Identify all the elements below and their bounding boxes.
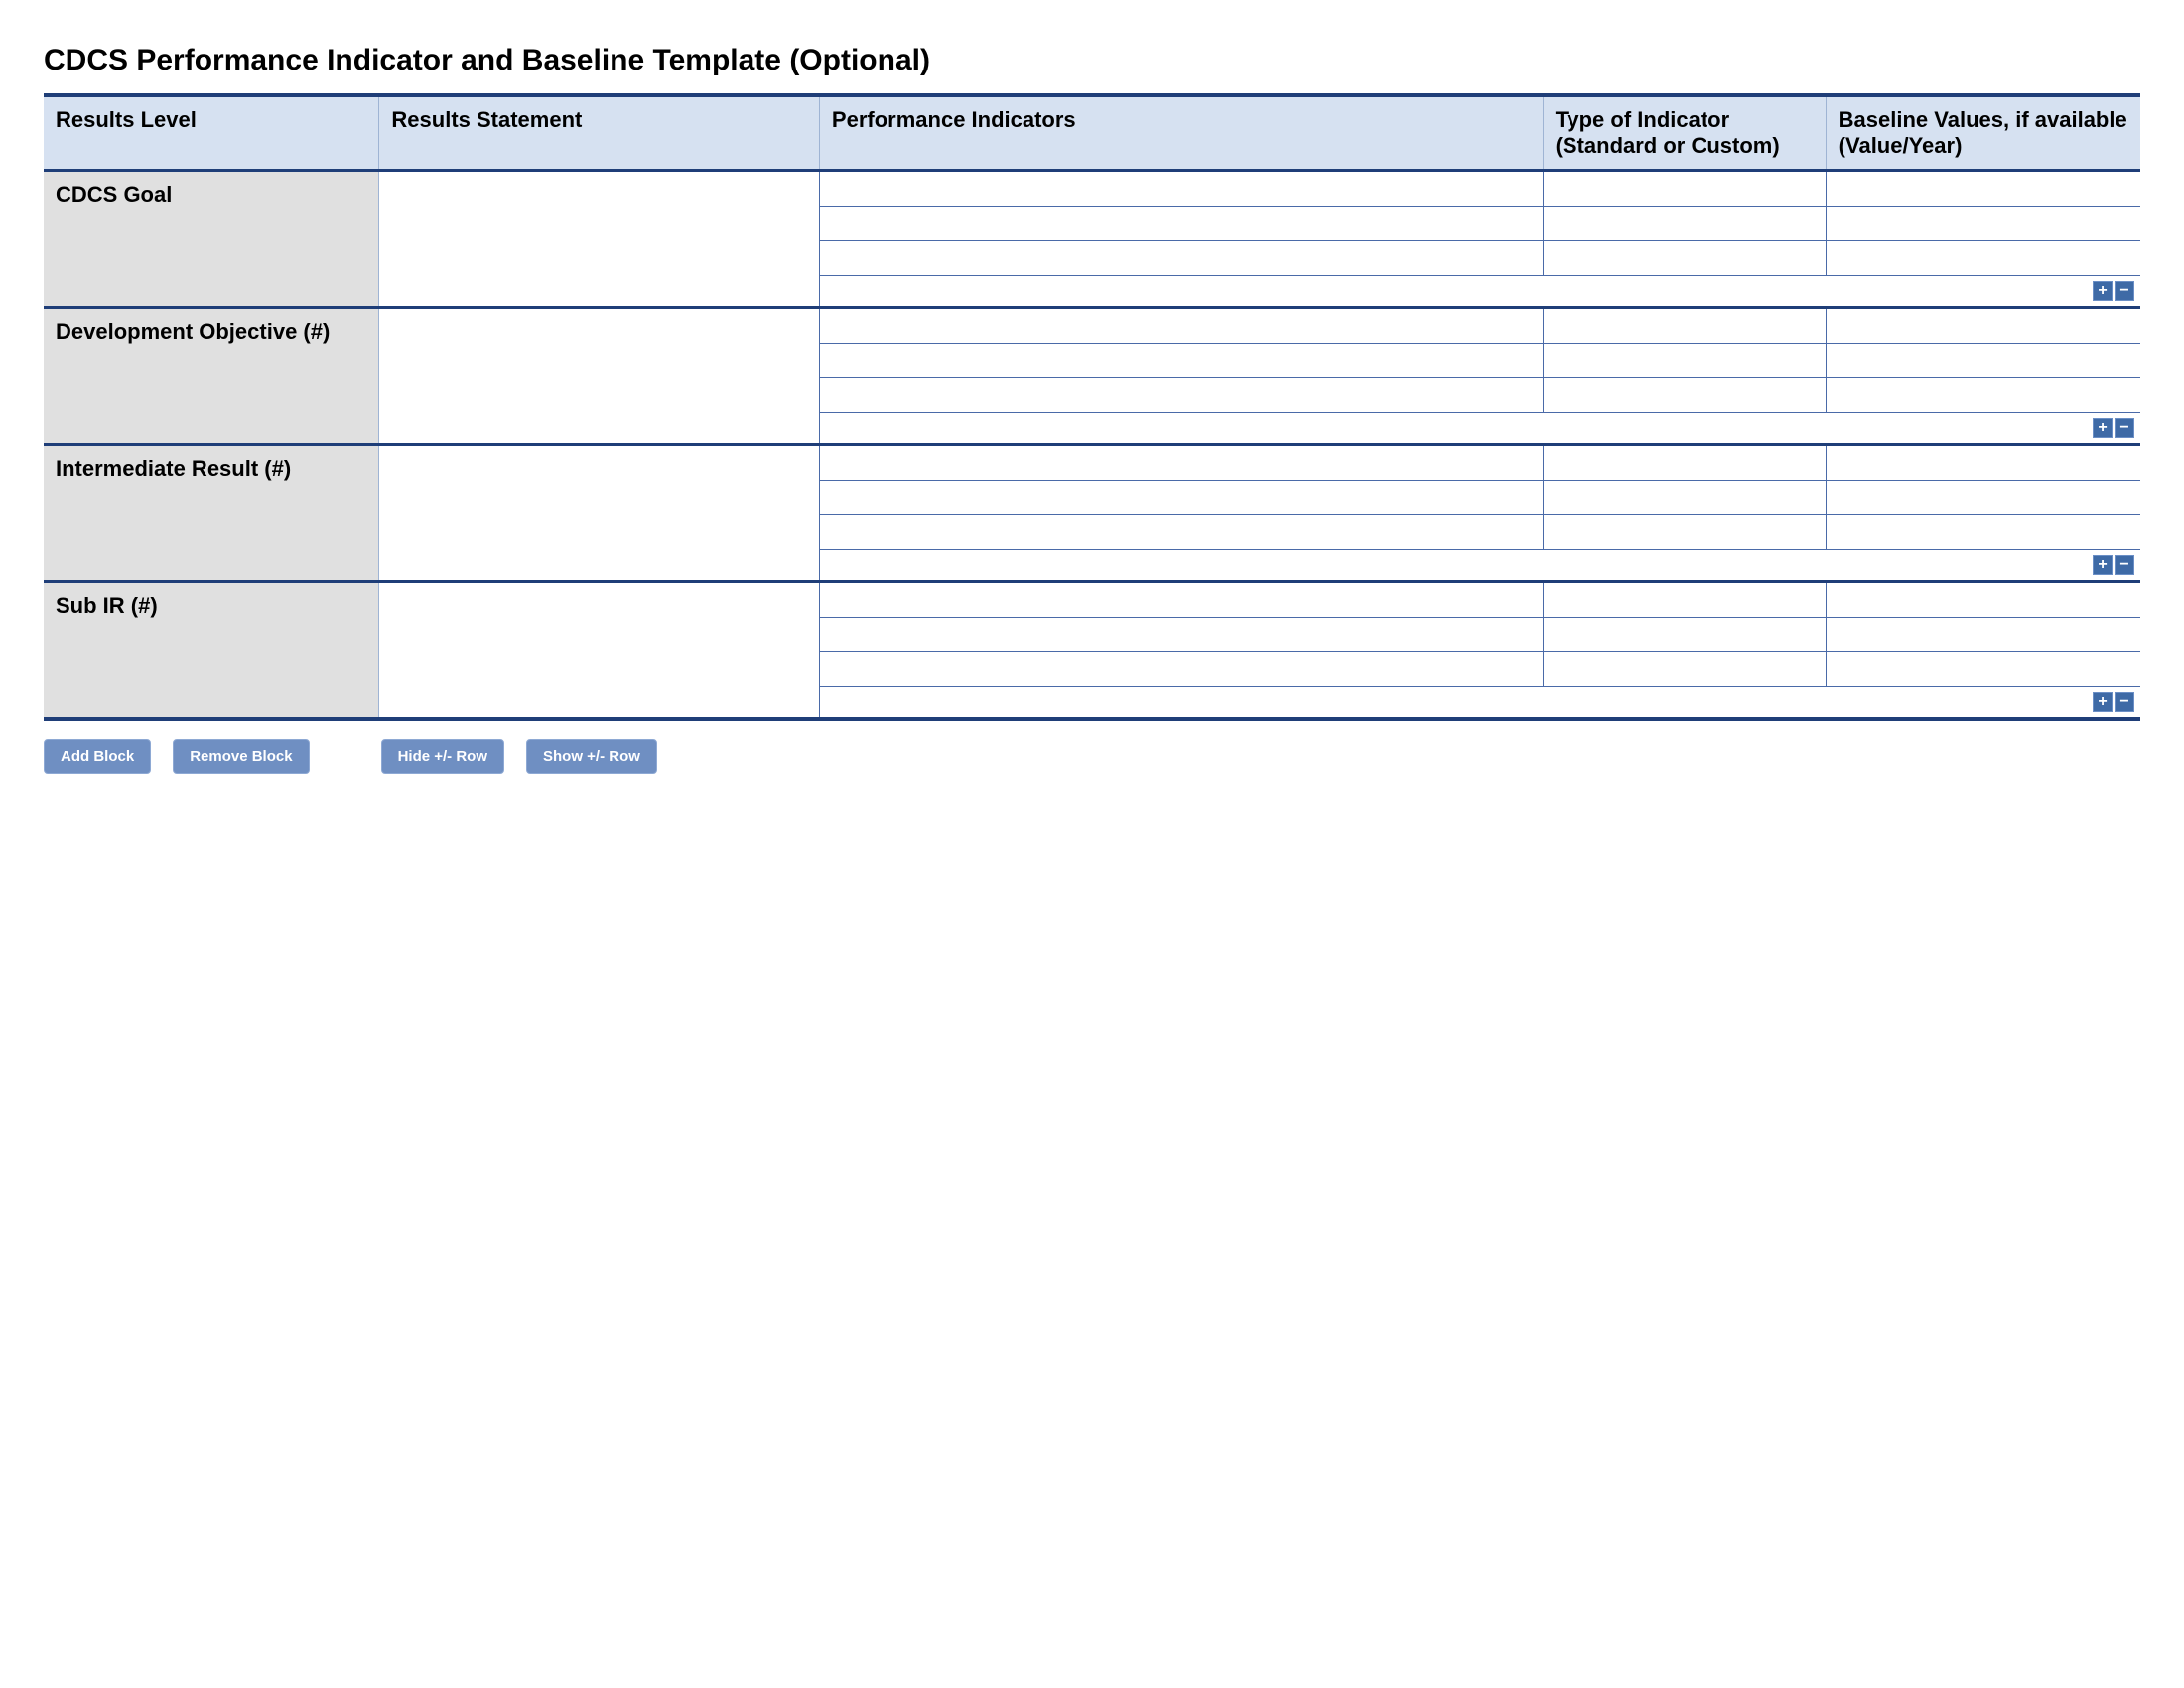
performance-indicator-cell[interactable]	[819, 378, 1543, 413]
toolbar: Add Block Remove Block Hide +/- Row Show…	[44, 739, 2140, 774]
indicator-type-cell[interactable]	[1543, 378, 1826, 413]
performance-indicator-cell[interactable]	[819, 618, 1543, 652]
table-row: CDCS Goal	[44, 171, 2140, 207]
indicator-table: Results Level Results Statement Performa…	[44, 93, 2140, 721]
baseline-value-cell[interactable]	[1826, 618, 2140, 652]
row-controls-cell: +−	[819, 687, 2140, 720]
results-statement-cell[interactable]	[379, 171, 820, 308]
results-level-cell: Development Objective (#)	[44, 309, 379, 445]
results-level-cell: Intermediate Result (#)	[44, 446, 379, 582]
indicator-type-cell[interactable]	[1543, 515, 1826, 550]
row-controls-cell: +−	[819, 413, 2140, 445]
indicator-type-cell[interactable]	[1543, 583, 1826, 618]
col-header-statement: Results Statement	[379, 95, 820, 171]
indicator-type-cell[interactable]	[1543, 344, 1826, 378]
row-controls-cell: +−	[819, 550, 2140, 582]
col-header-level: Results Level	[44, 95, 379, 171]
indicator-type-cell[interactable]	[1543, 481, 1826, 515]
col-header-type: Type of Indicator (Standard or Custom)	[1543, 95, 1826, 171]
baseline-value-cell[interactable]	[1826, 344, 2140, 378]
performance-indicator-cell[interactable]	[819, 207, 1543, 241]
table-row: Development Objective (#)	[44, 309, 2140, 344]
baseline-value-cell[interactable]	[1826, 241, 2140, 276]
baseline-value-cell[interactable]	[1826, 171, 2140, 207]
page-title: CDCS Performance Indicator and Baseline …	[44, 44, 2140, 77]
remove-row-button[interactable]: −	[2115, 692, 2134, 712]
remove-row-button[interactable]: −	[2115, 418, 2134, 438]
add-row-button[interactable]: +	[2093, 281, 2113, 301]
indicator-type-cell[interactable]	[1543, 241, 1826, 276]
baseline-value-cell[interactable]	[1826, 309, 2140, 344]
table-row: Intermediate Result (#)	[44, 446, 2140, 481]
table-row: Sub IR (#)	[44, 583, 2140, 618]
table-header-row: Results Level Results Statement Performa…	[44, 95, 2140, 171]
baseline-value-cell[interactable]	[1826, 378, 2140, 413]
baseline-value-cell[interactable]	[1826, 583, 2140, 618]
results-level-cell: CDCS Goal	[44, 171, 379, 308]
indicator-type-cell[interactable]	[1543, 207, 1826, 241]
row-controls-cell: +−	[819, 276, 2140, 308]
performance-indicator-cell[interactable]	[819, 171, 1543, 207]
remove-row-button[interactable]: −	[2115, 555, 2134, 575]
performance-indicator-cell[interactable]	[819, 652, 1543, 687]
baseline-value-cell[interactable]	[1826, 207, 2140, 241]
performance-indicator-cell[interactable]	[819, 241, 1543, 276]
results-statement-cell[interactable]	[379, 446, 820, 582]
add-row-button[interactable]: +	[2093, 555, 2113, 575]
baseline-value-cell[interactable]	[1826, 481, 2140, 515]
indicator-type-cell[interactable]	[1543, 618, 1826, 652]
results-statement-cell[interactable]	[379, 309, 820, 445]
performance-indicator-cell[interactable]	[819, 481, 1543, 515]
remove-block-button[interactable]: Remove Block	[173, 739, 309, 774]
baseline-value-cell[interactable]	[1826, 446, 2140, 481]
col-header-indicators: Performance Indicators	[819, 95, 1543, 171]
baseline-value-cell[interactable]	[1826, 515, 2140, 550]
add-row-button[interactable]: +	[2093, 418, 2113, 438]
remove-row-button[interactable]: −	[2115, 281, 2134, 301]
performance-indicator-cell[interactable]	[819, 344, 1543, 378]
indicator-type-cell[interactable]	[1543, 309, 1826, 344]
add-row-button[interactable]: +	[2093, 692, 2113, 712]
indicator-type-cell[interactable]	[1543, 171, 1826, 207]
results-level-cell: Sub IR (#)	[44, 583, 379, 719]
results-statement-cell[interactable]	[379, 583, 820, 719]
performance-indicator-cell[interactable]	[819, 515, 1543, 550]
performance-indicator-cell[interactable]	[819, 309, 1543, 344]
show-row-button[interactable]: Show +/- Row	[526, 739, 657, 774]
performance-indicator-cell[interactable]	[819, 583, 1543, 618]
baseline-value-cell[interactable]	[1826, 652, 2140, 687]
col-header-baseline: Baseline Values, if available (Value/Yea…	[1826, 95, 2140, 171]
performance-indicator-cell[interactable]	[819, 446, 1543, 481]
hide-row-button[interactable]: Hide +/- Row	[381, 739, 504, 774]
indicator-type-cell[interactable]	[1543, 652, 1826, 687]
add-block-button[interactable]: Add Block	[44, 739, 151, 774]
indicator-type-cell[interactable]	[1543, 446, 1826, 481]
